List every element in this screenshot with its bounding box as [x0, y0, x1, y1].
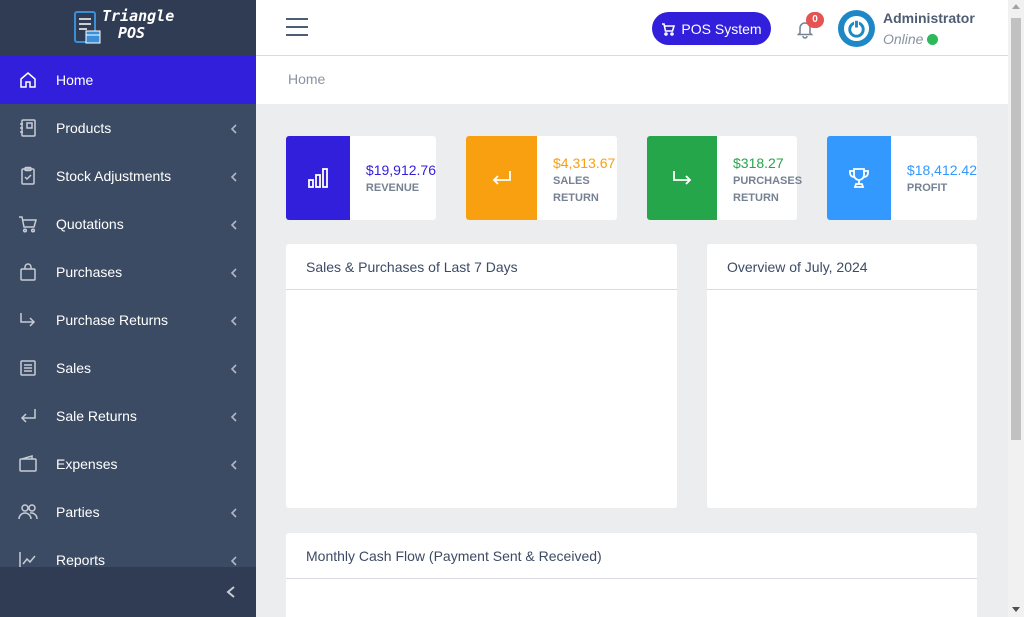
chevron-left-icon: [230, 362, 238, 374]
bar-chart-icon: [286, 136, 350, 220]
sidebar-item-label: Parties: [56, 504, 100, 520]
home-icon: [18, 70, 38, 90]
online-status-dot: [927, 33, 939, 45]
breadcrumb: Home: [288, 71, 326, 87]
sidebar-item-label: Stock Adjustments: [56, 168, 172, 184]
user-name[interactable]: Administrator: [883, 10, 975, 26]
stat-card-profit: $18,412.42 PROFIT: [827, 136, 977, 220]
sidebar-item-purchase-returns[interactable]: Purchase Returns: [0, 296, 256, 344]
chevron-left-icon: [230, 410, 238, 422]
sidebar-item-quotations[interactable]: Quotations: [0, 200, 256, 248]
page-scrollbar[interactable]: [1008, 0, 1024, 617]
chevron-left-icon: [230, 554, 238, 566]
stat-label: PROFIT: [906, 182, 948, 194]
notification-badge: 0: [806, 12, 824, 28]
panel-title: Overview of July, 2024: [707, 244, 977, 290]
stat-value: $18,412.42: [906, 162, 977, 178]
cash-flow-chart-panel: Monthly Cash Flow (Payment Sent & Receiv…: [286, 533, 977, 617]
sales-purchases-chart-panel: Sales & Purchases of Last 7 Days: [286, 244, 677, 508]
brand-logo: Triangle POS: [72, 5, 182, 51]
overview-chart-panel: Overview of July, 2024: [707, 244, 977, 508]
power-icon: [843, 15, 870, 42]
sidebar-item-label: Expenses: [56, 456, 118, 472]
sidebar-item-label: Purchases: [56, 264, 123, 280]
people-icon: [18, 502, 38, 522]
chevron-left-icon: [230, 458, 238, 470]
sidebar-item-label: Home: [56, 72, 94, 88]
chevron-left-icon: [230, 170, 238, 182]
stat-card-revenue: $19,912.76 REVENUE: [286, 136, 436, 220]
sidebar-item-sales[interactable]: Sales: [0, 344, 256, 392]
chevron-left-icon: [230, 218, 238, 230]
hamburger-menu-icon[interactable]: [286, 18, 308, 36]
stat-card-purchases-return: $318.27 PURCHASES RETURN: [647, 136, 803, 220]
chevron-left-icon: [230, 122, 238, 134]
sidebar-item-stock-adjustments[interactable]: Stock Adjustments: [0, 152, 256, 200]
stat-label: REVENUE: [365, 182, 420, 194]
avatar[interactable]: [838, 10, 875, 47]
sidebar-item-label: Products: [56, 120, 112, 136]
arrow-right-return-icon: [647, 136, 717, 220]
stat-value: $19,912.76: [365, 162, 436, 178]
sidebar-item-label: Quotations: [56, 216, 124, 232]
chevron-left-icon: [230, 506, 238, 518]
user-status-text: Online: [883, 31, 924, 47]
notebook-icon: [18, 118, 38, 138]
chevron-left-icon: [230, 314, 238, 326]
sidebar-item-parties[interactable]: Parties: [0, 488, 256, 536]
cart-icon: [18, 214, 38, 234]
sidebar: Triangle POS Home Products Stock Adjustm…: [0, 0, 256, 617]
pos-system-label: POS System: [681, 20, 762, 37]
trophy-icon: [827, 136, 891, 220]
list-icon: [18, 358, 38, 378]
stat-label: PURCHASES RETURN: [733, 175, 803, 204]
header: POS System 0 Administrator Online Home: [256, 0, 1008, 104]
chevron-left-icon: [226, 586, 235, 598]
arrow-right-return-icon: [18, 310, 38, 330]
pos-system-button[interactable]: POS System: [652, 12, 771, 45]
sidebar-item-label: Sales: [56, 360, 92, 376]
stat-card-sales-return: $4,313.67 SALES RETURN: [466, 136, 617, 220]
sidebar-item-products[interactable]: Products: [0, 104, 256, 152]
arrow-left-return-icon: [466, 136, 537, 220]
brand-subname: POS: [118, 24, 146, 42]
sidebar-item-expenses[interactable]: Expenses: [0, 440, 256, 488]
panel-title: Monthly Cash Flow (Payment Sent & Receiv…: [286, 533, 977, 579]
sidebar-item-purchases[interactable]: Purchases: [0, 248, 256, 296]
scroll-down-arrow-icon[interactable]: [1012, 607, 1020, 612]
sidebar-item-label: Sale Returns: [56, 408, 137, 424]
stat-value: $318.27: [733, 155, 784, 171]
scrollbar-thumb[interactable]: [1011, 18, 1021, 440]
arrow-left-return-icon: [18, 406, 38, 426]
stat-value: $4,313.67: [553, 155, 616, 171]
brand-name: Triangle: [102, 7, 175, 25]
user-status: Online: [883, 31, 939, 47]
cart-icon: [662, 22, 676, 36]
sidebar-item-sale-returns[interactable]: Sale Returns: [0, 392, 256, 440]
sidebar-item-home[interactable]: Home: [0, 56, 256, 104]
brand[interactable]: Triangle POS: [0, 0, 256, 56]
stat-label: SALES RETURN: [553, 175, 599, 204]
sidebar-item-label: Reports: [56, 552, 106, 568]
sidebar-item-label: Purchase Returns: [56, 312, 169, 328]
wallet-icon: [18, 454, 38, 474]
bag-icon: [18, 262, 38, 282]
panel-title: Sales & Purchases of Last 7 Days: [286, 244, 677, 290]
sidebar-minimizer[interactable]: [0, 567, 256, 617]
clipboard-icon: [18, 166, 38, 186]
chevron-left-icon: [230, 266, 238, 278]
scroll-up-arrow-icon[interactable]: [1012, 4, 1020, 9]
